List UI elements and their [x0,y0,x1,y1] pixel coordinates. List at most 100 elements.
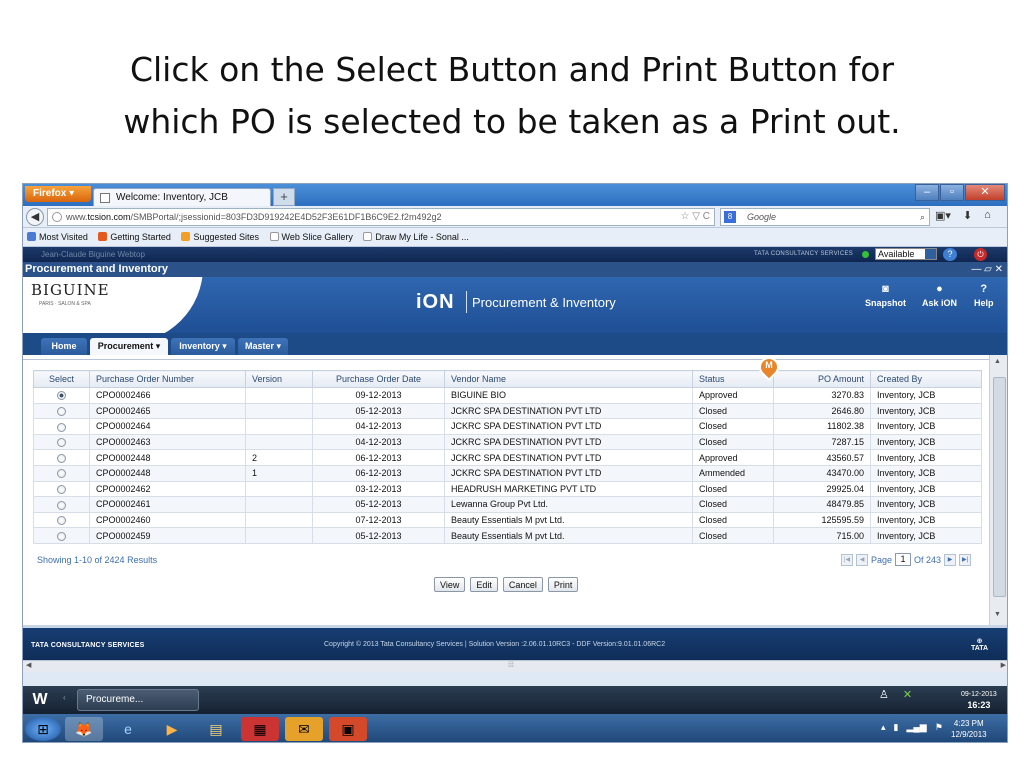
new-tab-button[interactable]: + [273,188,295,206]
close-icon[interactable]: ✕ [965,184,1005,201]
select-radio[interactable] [57,391,66,401]
table-row[interactable]: CPO0002464 04-12-2013 JCKRC SPA DESTINATIO… [33,418,982,435]
availability-select[interactable]: Available [875,248,937,260]
menu-inventory[interactable]: Inventory ▾ [171,338,235,355]
media-player-icon[interactable]: ▶ [153,717,191,741]
last-page-icon[interactable]: ▶| [959,553,972,566]
help-button[interactable]: ? Help [974,283,994,308]
select-radio[interactable] [57,469,66,479]
select-radio[interactable] [57,438,66,448]
edit-button[interactable]: Edit [470,577,498,592]
view-button[interactable]: View [434,577,466,592]
table-row[interactable]: CPO0002461 05-12-2013 Lewanna Group Pvt Lt… [33,496,982,513]
grid-body: CPO0002466 09-12-2013 BIGUINE BIO Approved 3… [33,387,982,544]
scroll-left-icon[interactable]: ◀ [26,661,31,669]
taskbar-task-procurement[interactable]: Procureme... [77,689,199,711]
table-row[interactable]: CPO0002466 09-12-2013 BIGUINE BIO Approved 3… [33,387,982,404]
page-icon [269,232,279,241]
snapshot-button[interactable]: ◙ Snapshot [865,283,906,308]
select-radio[interactable] [57,516,66,526]
flag-icon[interactable]: ⚑ [935,722,943,733]
download-icon[interactable]: ⬇ [963,209,972,222]
tray-device-icon[interactable]: ▮ [894,722,899,733]
menu-procurement[interactable]: Procurement ▾ [90,338,168,355]
vertical-scrollbar[interactable]: ▲ ▼ [989,355,1007,625]
tray-expand-icon[interactable]: ▴ [881,722,886,733]
ask-ion-button[interactable]: ● Ask iON [922,283,957,308]
bookmark-most-visited[interactable]: Most Visited [27,228,88,246]
windows-start-icon[interactable]: ⊞ [25,717,61,741]
bookmark-web-slice-gallery[interactable]: Web Slice Gallery [269,228,353,246]
menu-master[interactable]: Master ▾ [238,338,288,355]
url-bar[interactable]: www.tcsion.com/SMBPortal/;jsessionid=803… [47,208,715,226]
webtop-logo-icon[interactable]: W [25,689,55,711]
scroll-down-icon[interactable]: ▼ [994,611,1001,618]
print-button[interactable]: Print [547,577,579,592]
scroll-thumb[interactable] [993,377,1006,597]
scroll-up-icon[interactable]: ▲ [994,358,1001,365]
table-row[interactable]: CPO0002459 05-12-2013 Beauty Essentials M … [33,527,982,544]
col-po-amount[interactable]: PO Amount [773,370,871,388]
firefox-taskbar-icon[interactable]: 🦊 [65,717,103,741]
firefox-menu-button[interactable]: Firefox ▾ [25,186,91,202]
help-circle-icon[interactable]: ? [943,248,957,261]
menu-home[interactable]: Home [41,338,87,355]
table-row[interactable]: CPO0002465 05-12-2013 JCKRC SPA DESTINATIO… [33,402,982,420]
select-cell [33,433,90,451]
user-icon[interactable]: ♙ [879,688,889,701]
first-page-icon[interactable]: |◀ [841,553,853,566]
po-number-cell: CPO0002448 [89,449,246,466]
table-row[interactable]: CPO0002448 1 06-12-2013 JCKRC SPA DESTINATI… [33,464,982,482]
home-icon[interactable]: ⌂ [984,209,991,222]
bookmark-getting-started[interactable]: Getting Started [98,228,171,246]
status-cell: Closed [692,527,774,544]
restore-icon[interactable]: ▫ [940,184,964,201]
cancel-button[interactable]: Cancel [502,577,543,592]
select-radio[interactable] [57,453,66,463]
prev-page-icon[interactable]: ◀ [856,553,868,566]
select-cell [33,418,90,435]
browser-tab[interactable]: Welcome: Inventory, JCB [93,188,271,206]
col-po-date[interactable]: Purchase Order Date [312,370,445,388]
col-vendor-name[interactable]: Vendor Name [444,370,693,388]
minimize-icon[interactable]: – [915,184,939,201]
col-po-number[interactable]: Purchase Order Number [89,370,246,388]
select-radio[interactable] [57,422,66,432]
powerpoint-icon[interactable]: ▣ [329,717,367,741]
select-radio[interactable] [57,500,66,510]
signal-icon[interactable]: ▂▄▆ [906,722,926,733]
bookmark-suggested-sites[interactable]: Suggested Sites [181,228,259,246]
status-cell: Closed [692,480,774,498]
bookmark-draw-my-life[interactable]: Draw My Life - Sonal ... [363,228,469,246]
col-select[interactable]: Select [33,370,90,388]
system-clock[interactable]: 4:23 PM 12/9/2013 [951,718,987,740]
col-version[interactable]: Version [245,370,313,388]
select-radio[interactable] [57,531,66,541]
taskbar-left-arrow-icon[interactable]: ‹ [63,693,66,702]
bookmark-menu-icon[interactable]: ▣▾ [935,209,951,222]
search-input[interactable]: 8 Google ⌕ [720,208,930,226]
scroll-right-icon[interactable]: ▶ [1001,661,1006,669]
po-date-cell: 03-12-2013 [312,480,445,498]
ie-taskbar-icon[interactable]: e [109,717,147,741]
pdf-app-icon[interactable]: ▦ [241,717,279,741]
horizontal-scrollbar[interactable]: ◀ ⁞⁞⁞ ▶ [23,660,1007,672]
back-arrow-icon[interactable]: ◀ [26,208,44,226]
reload-star-icons[interactable]: ☆ ▽ C [681,209,710,225]
select-radio[interactable] [57,406,66,416]
outlook-icon[interactable]: ✉ [285,717,323,741]
version-cell: 1 [245,464,313,482]
table-row[interactable]: CPO0002463 04-12-2013 JCKRC SPA DESTINATIO… [33,433,982,451]
page-number-input[interactable]: 1 [895,553,912,566]
table-row[interactable]: CPO0002462 03-12-2013 HEADRUSH MARKETING P… [33,480,982,498]
next-page-icon[interactable]: ▶ [944,553,957,566]
power-icon[interactable]: ⏻ [974,248,987,261]
col-created-by[interactable]: Created By [870,370,982,388]
search-icon[interactable]: ⌕ [920,209,925,225]
explorer-folder-icon[interactable]: ▤ [197,717,235,741]
table-row[interactable]: CPO0002448 2 06-12-2013 JCKRC SPA DESTINATI… [33,449,982,466]
select-radio[interactable] [57,484,66,494]
tools-icon[interactable]: ✕ [903,688,912,701]
section-window-controls[interactable]: — ▱ ✕ [971,262,1003,277]
table-row[interactable]: CPO0002460 07-12-2013 Beauty Essentials M … [33,511,982,529]
